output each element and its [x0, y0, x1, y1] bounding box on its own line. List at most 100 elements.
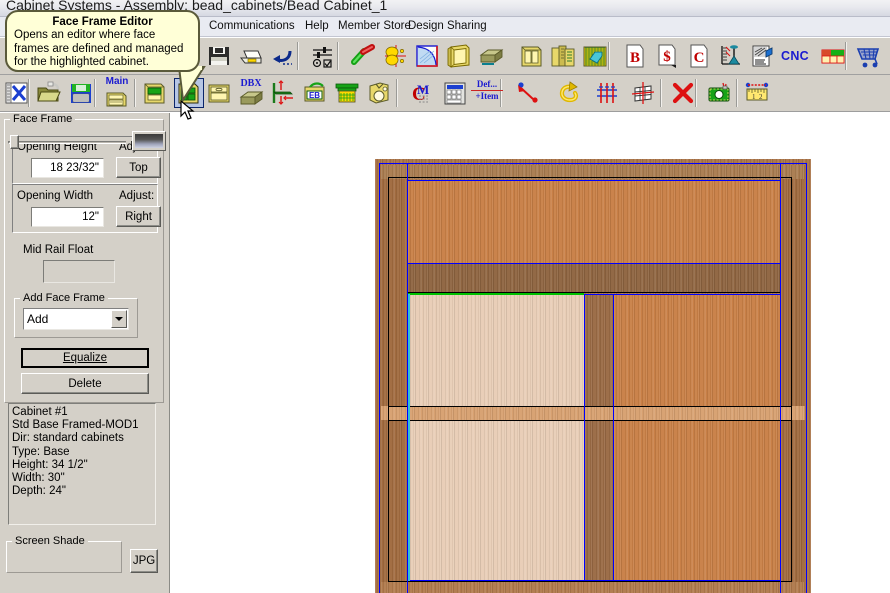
frame-outline [379, 163, 380, 593]
exit-icon[interactable] [2, 78, 32, 108]
opening-width-input[interactable]: 12" [31, 207, 104, 227]
cnc-icon[interactable]: CNC [776, 41, 814, 71]
price-report-icon[interactable]: $ [652, 41, 682, 71]
curve-profile-icon[interactable] [412, 41, 442, 71]
bid-report-icon[interactable]: B [620, 41, 650, 71]
face-frame-group: Face Frame Opening Height 18 23/32" Adju… [4, 113, 164, 403]
outline [388, 420, 792, 421]
grid-divide-icon[interactable] [628, 78, 658, 108]
chevron-down-icon[interactable] [111, 310, 127, 328]
settings-sliders-icon[interactable] [308, 41, 338, 71]
def-item-icon[interactable]: Def... +Item [466, 78, 508, 108]
door-panel-icon[interactable] [444, 41, 474, 71]
slider-thumb[interactable] [10, 135, 19, 149]
print-icon[interactable] [236, 41, 266, 71]
screen-shade-group: Screen Shade [6, 535, 122, 573]
edgeband-icon[interactable]: EB [300, 78, 330, 108]
svg-text:1: 1 [752, 93, 756, 101]
hardware-knob-icon[interactable] [364, 78, 394, 108]
face-frame-legend: Face Frame [10, 113, 76, 125]
adjust-top-button[interactable]: Top [116, 157, 161, 178]
delete-x-icon[interactable] [668, 78, 698, 108]
add-face-frame-legend: Add Face Frame [20, 292, 108, 304]
molding-icon[interactable] [332, 78, 362, 108]
cabinet-box-icon[interactable] [516, 41, 546, 71]
hardware-hinge-icon[interactable] [380, 41, 410, 71]
upper-drawer-front[interactable] [408, 181, 781, 263]
cnc-label: CNC [781, 49, 809, 63]
mid-rail-float-label: Mid Rail Float [23, 244, 94, 256]
outline [388, 581, 792, 582]
opening-height-input[interactable]: 18 23/32" [31, 158, 104, 178]
bottom-rail [381, 582, 805, 593]
countertop-icon[interactable] [580, 41, 610, 71]
notes-icon[interactable] [748, 41, 778, 71]
selected-opening-highlight-left [408, 294, 410, 581]
center-stile-outline [584, 294, 585, 581]
right-stile [781, 165, 805, 593]
jpg-export-button[interactable]: JPG [130, 549, 158, 573]
tooltip-body: Opens an editor where face frames are de… [14, 29, 184, 68]
cabinet-info-box: Cabinet #1 Std Base Framed-MOD1 Dir: sta… [8, 403, 156, 525]
outline [791, 177, 792, 582]
svg-text:C: C [694, 50, 705, 66]
svg-text:2: 2 [759, 93, 763, 101]
selected-opening-highlight-top [408, 293, 584, 295]
open-folder-icon[interactable] [34, 78, 64, 108]
menu-item-design-sharing[interactable]: Design Sharing [405, 20, 490, 32]
add-face-frame-value: Add [27, 312, 49, 326]
lower-right-door[interactable] [614, 294, 781, 581]
toolbar-separator [736, 79, 738, 107]
menu-item-member-store[interactable]: Member Store [335, 20, 414, 32]
shelf-edit-icon[interactable] [268, 78, 298, 108]
mid-rail [408, 263, 781, 293]
opening-width-row: Opening Width 12" Adjust: Right [12, 184, 161, 233]
opening-width-label: Opening Width [17, 190, 94, 202]
cabinet-editor-icon[interactable] [140, 78, 170, 108]
equalize-label: Equalize [62, 352, 108, 364]
jpg-label: JPG [132, 555, 156, 567]
cabinet-library-icon[interactable] [548, 41, 578, 71]
dbx-label: DBX [240, 78, 262, 89]
adjust-right-button[interactable]: Right [116, 206, 161, 227]
equalize-button[interactable]: Equalize [21, 348, 149, 368]
add-face-frame-select[interactable]: Add [23, 308, 129, 330]
split-panel-icon[interactable] [592, 78, 622, 108]
camera-snapshot-icon[interactable] [704, 78, 734, 108]
measure-level-icon[interactable] [716, 41, 746, 71]
cabinet-drawing-canvas[interactable] [171, 113, 890, 593]
screen-shade-slider[interactable] [8, 135, 126, 149]
main-cabinet-icon[interactable]: Main [102, 77, 132, 108]
tooltip-title: Face Frame Editor [52, 16, 153, 28]
delete-label: Delete [68, 377, 102, 390]
frame-outline [806, 163, 807, 593]
drawer-box-icon[interactable] [476, 41, 506, 71]
nest-layout-icon[interactable] [818, 41, 848, 71]
svg-text:$: $ [663, 49, 671, 65]
rotate-icon[interactable] [552, 78, 582, 108]
outline [388, 177, 792, 178]
dbx-drawer-box-icon[interactable]: DBX [236, 78, 266, 108]
mid-rail-float-input[interactable] [43, 260, 115, 283]
shopping-cart-icon[interactable] [854, 41, 884, 71]
multi-cabinet-icon[interactable]: CM [404, 78, 434, 108]
screen-shade-legend: Screen Shade [12, 535, 88, 547]
outline [388, 406, 792, 407]
screen-shade-swatch[interactable] [132, 131, 166, 151]
save-file-icon[interactable] [66, 78, 96, 108]
delete-button[interactable]: Delete [21, 373, 149, 394]
stile-guide [780, 163, 781, 593]
menu-item-communications[interactable]: Communications [206, 20, 298, 32]
hose-clamp-icon[interactable] [348, 41, 378, 71]
ruler-dimension-icon[interactable]: 12 [742, 78, 772, 108]
menu-item-help[interactable]: Help [302, 20, 332, 32]
lower-mid-rail [381, 406, 805, 420]
outline [388, 177, 389, 582]
def-item-label: Def... +Item [466, 80, 508, 101]
lower-left-door[interactable] [408, 294, 585, 581]
upper-opening-outline [407, 263, 781, 264]
cabinet-elevation[interactable] [375, 159, 811, 593]
cutlist-report-icon[interactable]: C [684, 41, 714, 71]
move-point-icon[interactable] [512, 78, 542, 108]
undo-icon[interactable] [268, 41, 298, 71]
